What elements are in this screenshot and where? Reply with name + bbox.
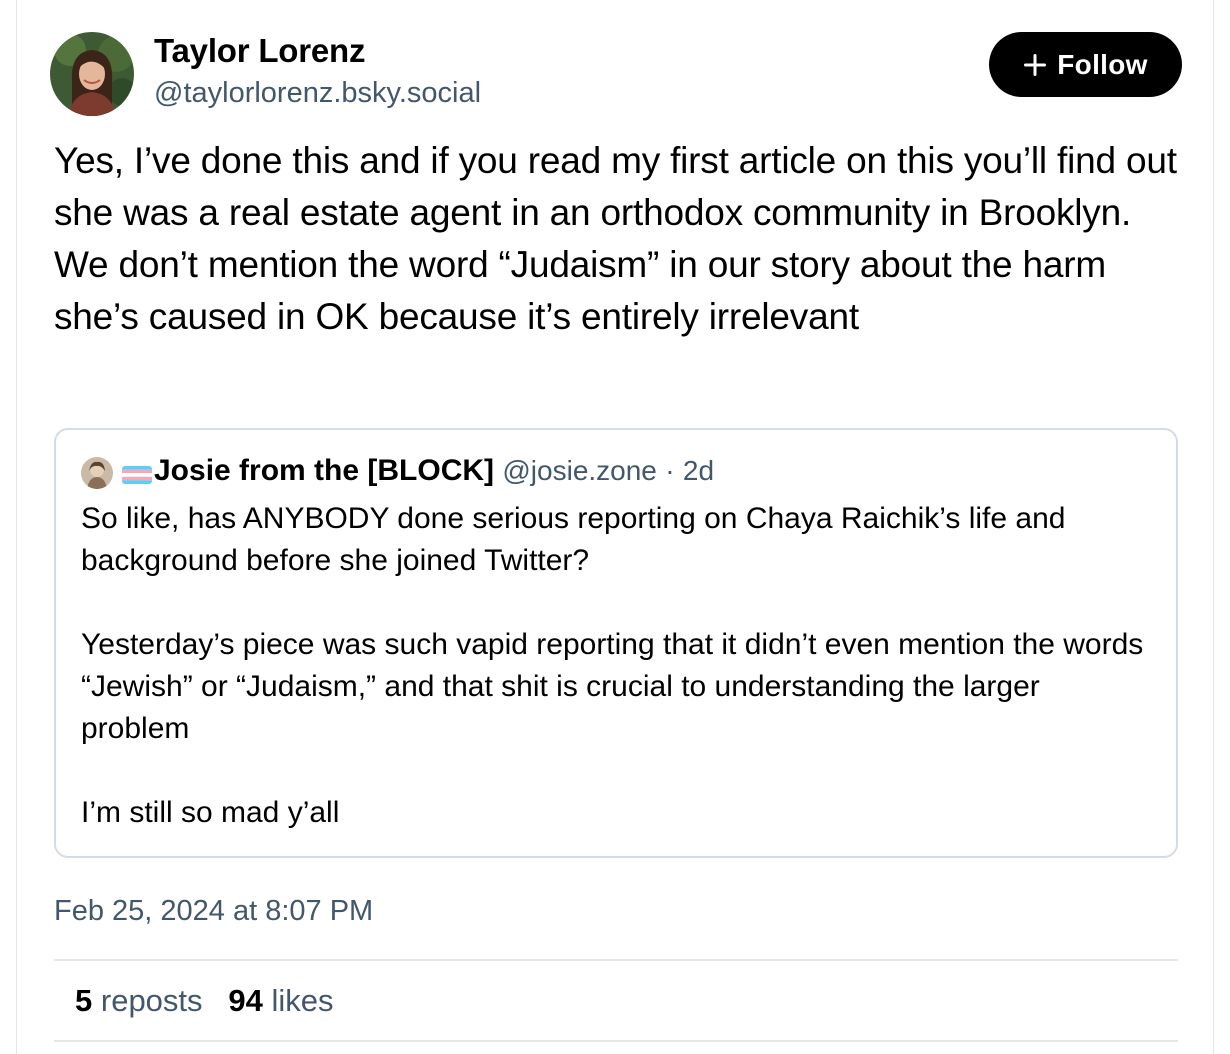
post-timestamp: Feb 25, 2024 at 8:07 PM	[54, 895, 374, 927]
separator-dot: ·	[665, 455, 675, 486]
quoted-paragraph: So like, has ANYBODY done serious report…	[81, 502, 1066, 577]
quoted-paragraph: Yesterday’s piece was such vapid reporti…	[81, 628, 1144, 745]
likes-stat[interactable]: 94 likes	[228, 983, 333, 1018]
reposts-count: 5	[75, 983, 93, 1018]
plus-icon	[1024, 53, 1047, 76]
quoted-post-header: Josie from the [BLOCK] @josie.zone · 2d	[154, 454, 714, 488]
likes-count: 94	[228, 983, 263, 1018]
quoted-author-handle[interactable]: @josie.zone	[502, 455, 657, 486]
transgender-flag-icon	[122, 466, 152, 484]
quoted-author-name[interactable]: Josie from the [BLOCK]	[154, 454, 494, 487]
quoted-post[interactable]: Josie from the [BLOCK] @josie.zone · 2d …	[54, 428, 1178, 858]
author-name[interactable]: Taylor Lorenz	[154, 32, 366, 70]
author-avatar[interactable]	[50, 32, 134, 116]
quoted-author-avatar[interactable]	[81, 457, 113, 489]
post-stats: 5 reposts 94 likes	[75, 983, 334, 1019]
author-handle[interactable]: @taylorlorenz.bsky.social	[154, 77, 481, 110]
likes-label: likes	[271, 983, 334, 1018]
quoted-paragraph: I’m still so mad y’all	[81, 796, 340, 829]
divider	[54, 1040, 1178, 1042]
quoted-post-text: So like, has ANYBODY done serious report…	[81, 498, 1151, 834]
post-text: Yes, I’ve done this and if you read my f…	[54, 140, 1177, 337]
reposts-stat[interactable]: 5 reposts	[75, 983, 203, 1018]
divider	[54, 959, 1178, 961]
reposts-label: reposts	[100, 983, 203, 1018]
quoted-post-age[interactable]: 2d	[683, 455, 714, 486]
follow-button-label: Follow	[1057, 48, 1148, 80]
follow-button[interactable]: Follow	[989, 32, 1182, 97]
avatar-photo-icon	[81, 457, 113, 489]
avatar-photo-icon	[50, 32, 134, 116]
